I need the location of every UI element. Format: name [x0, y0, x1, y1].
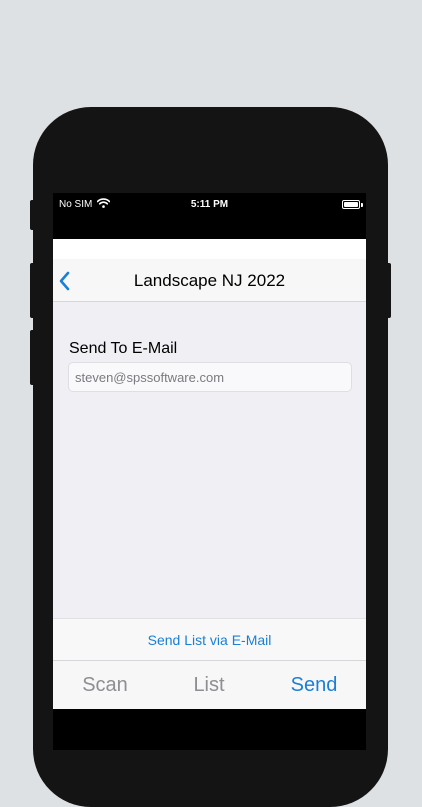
send-action-bar: Send List via E-Mail — [53, 618, 366, 661]
navigation-bar: Landscape NJ 2022 — [53, 259, 366, 302]
tab-list[interactable]: List — [157, 661, 261, 709]
nav-title: Landscape NJ 2022 — [133, 271, 286, 290]
send-to-email-label: Send To E-Mail — [69, 340, 178, 357]
tab-send[interactable]: Send — [262, 661, 366, 709]
chevron-left-icon[interactable] — [57, 270, 73, 292]
status-time: 5:11 PM — [190, 199, 229, 210]
battery-fill — [344, 202, 358, 207]
status-bar: No SIM 5:11 PM — [53, 193, 366, 215]
phone-screen: No SIM 5:11 PM Landscape NJ 2022 Send To… — [53, 193, 366, 750]
tab-scan[interactable]: Scan — [53, 661, 157, 709]
battery-full-icon — [342, 200, 360, 209]
top-strip — [53, 239, 366, 259]
app-view: Landscape NJ 2022 Send To E-Mail Send Li… — [53, 239, 366, 709]
form-content: Send To E-Mail — [53, 302, 366, 618]
send-list-via-email-button[interactable]: Send List via E-Mail — [53, 619, 366, 661]
battery-tip — [361, 203, 363, 207]
tab-bar: Scan List Send — [53, 661, 366, 709]
email-input[interactable] — [68, 362, 352, 392]
